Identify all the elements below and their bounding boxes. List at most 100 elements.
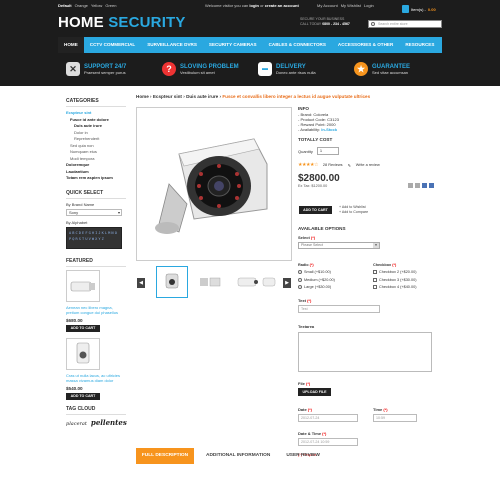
date-label: Date (298, 407, 307, 412)
featured-name[interactable]: Aenean nec libero magna, pretium congue … (66, 305, 126, 315)
cart-label: Item(s) - (411, 6, 426, 12)
quantity-input[interactable]: 1 (316, 147, 339, 155)
checkbox-3-label: Checkbox 3 (+$30.00) (379, 277, 417, 282)
breadcrumb: Home › Ecspteur sint › Duis aute irure ›… (136, 94, 371, 99)
twitter-icon[interactable] (429, 183, 434, 188)
breadcrumb-home[interactable]: Home (136, 94, 149, 99)
feature-sub: Vestibulum sit amet (180, 69, 215, 75)
datetime-field: Date & Time (*) 2012-07-24 10:59 (298, 431, 358, 446)
by-brand-label: By Brand Name (66, 201, 95, 207)
date-field: Date (*) 2012-07-24 (298, 407, 358, 422)
text-label: Text (298, 298, 306, 303)
time-field: Time (*) 10:59 (373, 407, 417, 422)
nav-security-cameras[interactable]: SECURITY CAMERAS (203, 37, 263, 53)
add-to-cart-button[interactable]: ADD TO CART (66, 324, 100, 332)
brand-select[interactable]: Sony ▾ (66, 208, 122, 216)
add-to-cart-button[interactable]: ADD TO CART (66, 392, 100, 400)
chevron-right-icon[interactable]: ▶ (283, 278, 291, 288)
color-orange[interactable]: Orange (75, 3, 88, 8)
header: Default Orange Yellow Green Welcome visi… (0, 0, 500, 86)
facebook-icon[interactable] (422, 183, 427, 188)
email-icon[interactable] (408, 183, 413, 188)
file-label: File (298, 381, 305, 386)
nav-resources[interactable]: RESOURCES (399, 37, 440, 53)
featured-thumb[interactable] (66, 269, 100, 302)
my-wishlist-link[interactable]: My Wishlist (341, 3, 361, 8)
camera-image (165, 273, 179, 289)
add-to-cart-main-button[interactable]: ADD TO CART (299, 206, 332, 214)
option-select[interactable]: Please Select ▾ (298, 242, 380, 249)
tag-cloud: TAG CLOUD placerat pellentes (66, 406, 127, 427)
availability-label: - Availability: (298, 127, 321, 132)
support-line2: CALL TODAY (300, 22, 322, 26)
breadcrumb-subcategory[interactable]: Duis aute irure (186, 94, 218, 99)
currency-label[interactable]: Default (58, 3, 72, 8)
thumbnail-2[interactable] (194, 266, 226, 298)
nav-cctv-commercial[interactable]: CCTV COMMERCIAL (84, 37, 141, 53)
feature-title: GUARANTEE (372, 63, 411, 70)
tab-user-review[interactable]: USER REVIEW (282, 448, 324, 464)
alphabet-grid[interactable]: ABCDEFGHIJKLMNOPQRSTUVWXYZ (66, 226, 122, 249)
logo[interactable]: HOME SECURITY (58, 14, 186, 31)
reviews-link[interactable]: 28 Reviews (323, 163, 343, 167)
write-review-link[interactable]: Write a review (356, 163, 380, 167)
checkbox-4-label: Checkbox 4 (+$40.00) (379, 285, 417, 290)
search-icon[interactable] (371, 22, 375, 26)
cart-summary[interactable]: Item(s) - 0.00 (402, 4, 442, 14)
create-account-link[interactable]: create an account (265, 3, 299, 8)
color-yellow[interactable]: Yellow (91, 3, 102, 8)
textarea-field: Textarea (298, 324, 432, 372)
wishlist-compare: + Add to Wishlist + Add to Compare (339, 205, 368, 215)
tab-full-description[interactable]: FULL DESCRIPTION (136, 448, 194, 464)
thumbnail-1[interactable] (156, 266, 188, 298)
textarea-input[interactable] (298, 332, 432, 372)
checkbox-2-label: Checkbox 2 (+$20.00) (379, 270, 417, 275)
tag-link[interactable]: placerat (66, 421, 87, 427)
feature-title: SUPPORT 24/7 (84, 63, 127, 70)
feature-strip: ✕ SUPPORT 24/7 Praesent semper purus ? SL… (58, 56, 442, 82)
camera-image (70, 281, 95, 291)
cart-amount: 0.00 (427, 6, 436, 12)
checkbox-4[interactable]: Checkbox 4 (+$40.00) (373, 284, 416, 291)
datetime-input[interactable]: 2012-07-24 10:59 (298, 438, 358, 446)
tab-additional-information[interactable]: ADDITIONAL INFORMATION (202, 448, 274, 464)
quantity-label: Quantity (298, 148, 313, 154)
time-input[interactable]: 10:59 (373, 414, 417, 422)
radio-small[interactable]: Small (+$10.00) (298, 269, 335, 276)
nav-accessories-other[interactable]: ACCESSORIES & OTHER (332, 37, 399, 53)
nav-home[interactable]: HOME (58, 37, 84, 53)
my-account-link[interactable]: My Account (317, 3, 338, 8)
breadcrumb-category[interactable]: Ecspteur sint (153, 94, 182, 99)
checkbox-2[interactable]: Checkbox 2 (+$20.00) (373, 269, 416, 276)
welcome-prefix: Welcome visitor you can (205, 3, 249, 8)
radio-large[interactable]: Large (+$30.00) (298, 284, 335, 291)
checkbox-3[interactable]: Checkbox 3 (+$30.00) (373, 277, 416, 284)
search-input[interactable]: Search entire store (368, 20, 442, 28)
radio-medium[interactable]: Medium (+$20.00) (298, 277, 335, 284)
login-link[interactable]: login (249, 3, 259, 8)
upload-file-button[interactable]: UPLOAD FILE (298, 388, 331, 396)
product-main-image[interactable] (136, 107, 292, 261)
tools-icon: ✕ (66, 62, 80, 76)
print-icon[interactable] (415, 183, 420, 188)
date-input[interactable]: 2012-07-24 (298, 414, 358, 422)
by-alphabet-label: By Alphabet (66, 219, 88, 225)
info-title: INFO (298, 106, 309, 111)
featured-thumb[interactable] (66, 337, 100, 370)
pencil-icon: ✎ (347, 163, 351, 168)
login-top-link[interactable]: Login (364, 3, 374, 8)
featured-name[interactable]: Cras ut nulla lacus, ac ultricies massa … (66, 373, 126, 383)
add-to-compare-link[interactable]: + Add to Compare (339, 210, 368, 215)
category-item[interactable]: Totam rem aspien ipsum (66, 175, 126, 182)
color-green[interactable]: Green (105, 3, 116, 8)
thumbnail-4[interactable] (258, 266, 280, 298)
nav-cables-connectors[interactable]: CABLES & CONNECTORS (263, 37, 332, 53)
nav-surveillance-dvrs[interactable]: SURVEILLANCE DVRS (141, 37, 203, 53)
tag-link[interactable]: pellentes (91, 418, 127, 427)
chevron-down-icon: ▾ (373, 243, 379, 248)
feature-sub: Praesent semper purus (84, 69, 126, 75)
featured-price: $680.00 (66, 317, 83, 323)
chevron-left-icon[interactable]: ◀ (137, 278, 145, 288)
text-input[interactable]: Test (298, 305, 380, 313)
category-list: Ecspteur sint Fusce id ante dolore Duis au… (66, 110, 126, 182)
